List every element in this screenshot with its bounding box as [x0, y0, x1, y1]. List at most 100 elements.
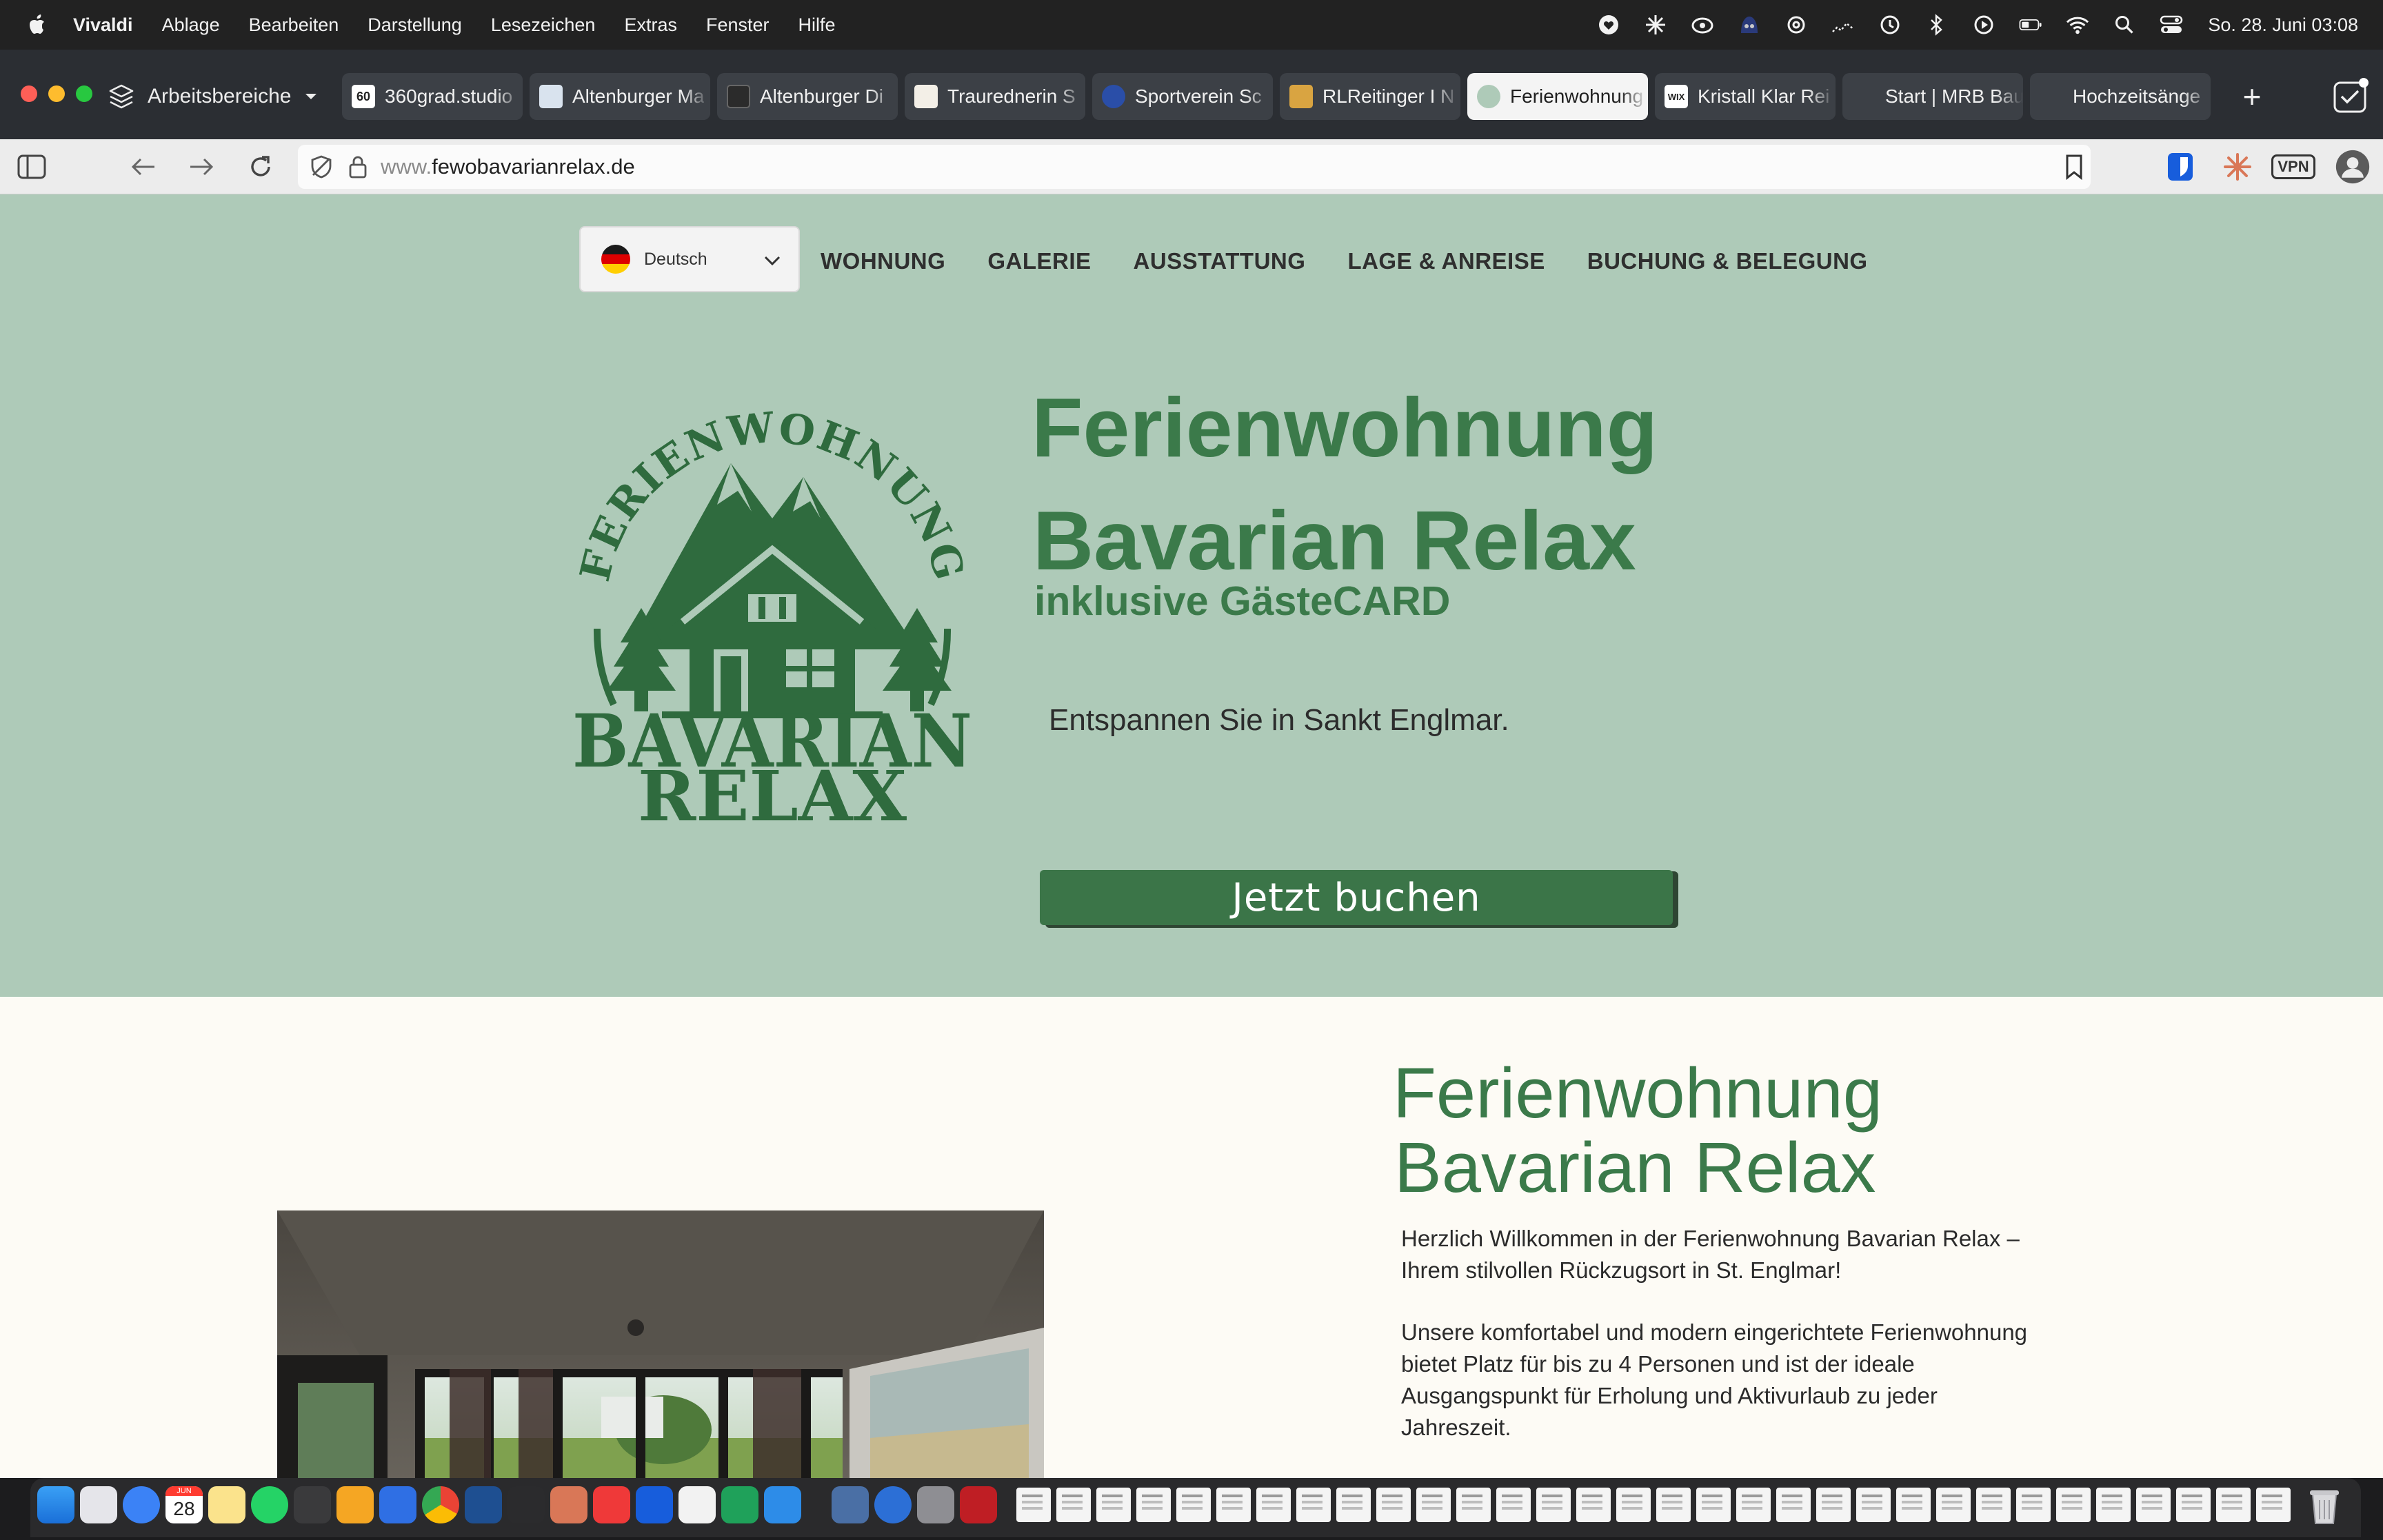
minimized-window-thumb[interactable]: [1576, 1488, 1611, 1522]
sync-app-icon[interactable]: [764, 1486, 801, 1523]
tableplus-icon[interactable]: [336, 1486, 374, 1523]
claude-sparkle-icon[interactable]: [2222, 149, 2253, 185]
nav-galerie[interactable]: GALERIE: [987, 248, 1091, 274]
minimized-window-thumb[interactable]: [1816, 1488, 1851, 1522]
minimized-window-thumb[interactable]: [1976, 1488, 2011, 1522]
search-icon[interactable]: [2113, 13, 2136, 37]
vivaldi-icon[interactable]: [593, 1486, 630, 1523]
chatgpt-icon[interactable]: [294, 1486, 331, 1523]
checkmark-tasks-icon[interactable]: [2331, 77, 2369, 116]
minimized-window-thumb[interactable]: [1936, 1488, 1971, 1522]
tab-kristall-klar[interactable]: WIX Kristall Klar Rei: [1655, 73, 1836, 120]
minimized-window-thumb[interactable]: [2056, 1488, 2091, 1522]
whatsapp-icon[interactable]: [251, 1486, 288, 1523]
window-minimize-button[interactable]: [48, 85, 65, 102]
minimized-window-thumb[interactable]: [1216, 1488, 1251, 1522]
minimized-window-thumb[interactable]: [1456, 1488, 1491, 1522]
menu-fenster[interactable]: Fenster: [706, 14, 770, 36]
nav-ausstattung[interactable]: AUSSTATTUNG: [1134, 248, 1306, 274]
minimized-window-thumb[interactable]: [1136, 1488, 1171, 1522]
minimized-window-thumb[interactable]: [1496, 1488, 1531, 1522]
time-machine-icon[interactable]: [1878, 13, 1902, 37]
notes-icon[interactable]: [208, 1486, 245, 1523]
bookmark-icon[interactable]: [2062, 149, 2087, 185]
minimized-window-thumb[interactable]: [1616, 1488, 1651, 1522]
trash-icon[interactable]: [2306, 1486, 2343, 1526]
language-selector[interactable]: Deutsch: [579, 226, 800, 292]
workspaces-menu[interactable]: Arbeitsbereiche: [108, 76, 320, 117]
tracker-blocker-icon[interactable]: [308, 153, 335, 181]
openai-app-icon[interactable]: [507, 1486, 545, 1523]
textedit-icon[interactable]: [678, 1486, 716, 1523]
menu-darstellung[interactable]: Darstellung: [368, 14, 462, 36]
menu-extras[interactable]: Extras: [624, 14, 677, 36]
screen-sharing-icon[interactable]: [832, 1486, 869, 1523]
sidebar-toggle-icon[interactable]: [17, 152, 47, 182]
tab-altenburger-di[interactable]: Altenburger Di: [717, 73, 898, 120]
apartment-photo[interactable]: [277, 1210, 1044, 1478]
tab-ferienwohnung-active[interactable]: Ferienwohnung: [1467, 73, 1648, 120]
vpn-button[interactable]: VPN: [2270, 149, 2317, 185]
tab-rlreitinger[interactable]: RLReitinger I N: [1280, 73, 1460, 120]
claude-app-icon[interactable]: [550, 1486, 587, 1523]
bitwarden-icon[interactable]: [636, 1486, 673, 1523]
minimized-window-thumb[interactable]: [1896, 1488, 1931, 1522]
safari-icon[interactable]: [123, 1486, 160, 1523]
minimized-window-thumb[interactable]: [1856, 1488, 1891, 1522]
sparkle-icon[interactable]: [1644, 13, 1667, 37]
minimized-window-thumb[interactable]: [1056, 1488, 1091, 1522]
openai-icon[interactable]: [1784, 13, 1808, 37]
play-circle-icon[interactable]: [1972, 13, 1995, 37]
minimized-window-thumb[interactable]: [2176, 1488, 2211, 1522]
tab-start-mrb-bau[interactable]: Start | MRB Bau: [1842, 73, 2023, 120]
ertha-icon[interactable]: [465, 1486, 502, 1523]
wifi-icon[interactable]: [2066, 13, 2089, 37]
forward-arrow-icon[interactable]: [186, 152, 217, 182]
bitwarden-shield-icon[interactable]: [2165, 149, 2195, 185]
minimized-window-thumb[interactable]: [2096, 1488, 2131, 1522]
owl-icon[interactable]: [1738, 13, 1761, 37]
menu-lesezeichen[interactable]: Lesezeichen: [491, 14, 596, 36]
nav-lage-anreise[interactable]: LAGE & ANREISE: [1347, 248, 1545, 274]
activity-graph-icon[interactable]: [1831, 13, 1855, 37]
minimized-window-thumb[interactable]: [1016, 1488, 1051, 1522]
minimized-window-thumb[interactable]: [1696, 1488, 1731, 1522]
nav-buchung-belegung[interactable]: BUCHUNG & BELEGUNG: [1587, 248, 1868, 274]
reload-icon[interactable]: [245, 152, 276, 182]
minimized-window-thumb[interactable]: [1536, 1488, 1571, 1522]
book-now-button[interactable]: Jetzt buchen: [1040, 870, 1673, 925]
minimized-window-thumb[interactable]: [1176, 1488, 1211, 1522]
tab-sportverein[interactable]: Sportverein Sc: [1092, 73, 1273, 120]
tab-360grad-studio[interactable]: 60 360grad.studio: [342, 73, 523, 120]
minimized-window-thumb[interactable]: [1256, 1488, 1291, 1522]
bavarian-relax-logo[interactable]: FERIENWOHNUNG BAVARIAN RELAX: [565, 401, 979, 822]
minimized-window-thumb[interactable]: [1336, 1488, 1371, 1522]
calendar-icon[interactable]: JUN 28: [165, 1486, 203, 1523]
apple-icon[interactable]: [28, 14, 47, 36]
app-store-icon[interactable]: [874, 1486, 912, 1523]
chrome-icon[interactable]: [422, 1486, 459, 1523]
window-close-button[interactable]: [21, 85, 37, 102]
back-arrow-icon[interactable]: [128, 152, 159, 182]
numbers-icon[interactable]: [721, 1486, 758, 1523]
filezilla-icon[interactable]: [960, 1486, 997, 1523]
mail-icon[interactable]: [379, 1486, 416, 1523]
window-zoom-button[interactable]: [76, 85, 92, 102]
minimized-window-thumb[interactable]: [2136, 1488, 2171, 1522]
minimized-window-thumb[interactable]: [1376, 1488, 1411, 1522]
bluetooth-icon[interactable]: [1925, 13, 1949, 37]
finder-icon[interactable]: [37, 1486, 74, 1523]
menu-bar-clock[interactable]: So. 28. Juni 03:08: [2208, 14, 2358, 36]
minimized-window-thumb[interactable]: [2256, 1488, 2291, 1522]
heart-shield-icon[interactable]: [1597, 13, 1620, 37]
minimized-window-thumb[interactable]: [1736, 1488, 1771, 1522]
nav-wohnung[interactable]: WOHNUNG: [821, 248, 945, 274]
new-tab-button[interactable]: +: [2233, 77, 2271, 116]
menu-ablage[interactable]: Ablage: [162, 14, 220, 36]
menu-app-name[interactable]: Vivaldi: [73, 14, 133, 36]
tab-traurednerin[interactable]: Traurednerin S: [905, 73, 1085, 120]
url-field[interactable]: www. fewobavarianrelax.de: [298, 145, 2091, 189]
minimized-window-thumb[interactable]: [1656, 1488, 1691, 1522]
minimized-window-thumb[interactable]: [1296, 1488, 1331, 1522]
tab-hochzeitsaenger[interactable]: Hochzeitsänge: [2030, 73, 2211, 120]
